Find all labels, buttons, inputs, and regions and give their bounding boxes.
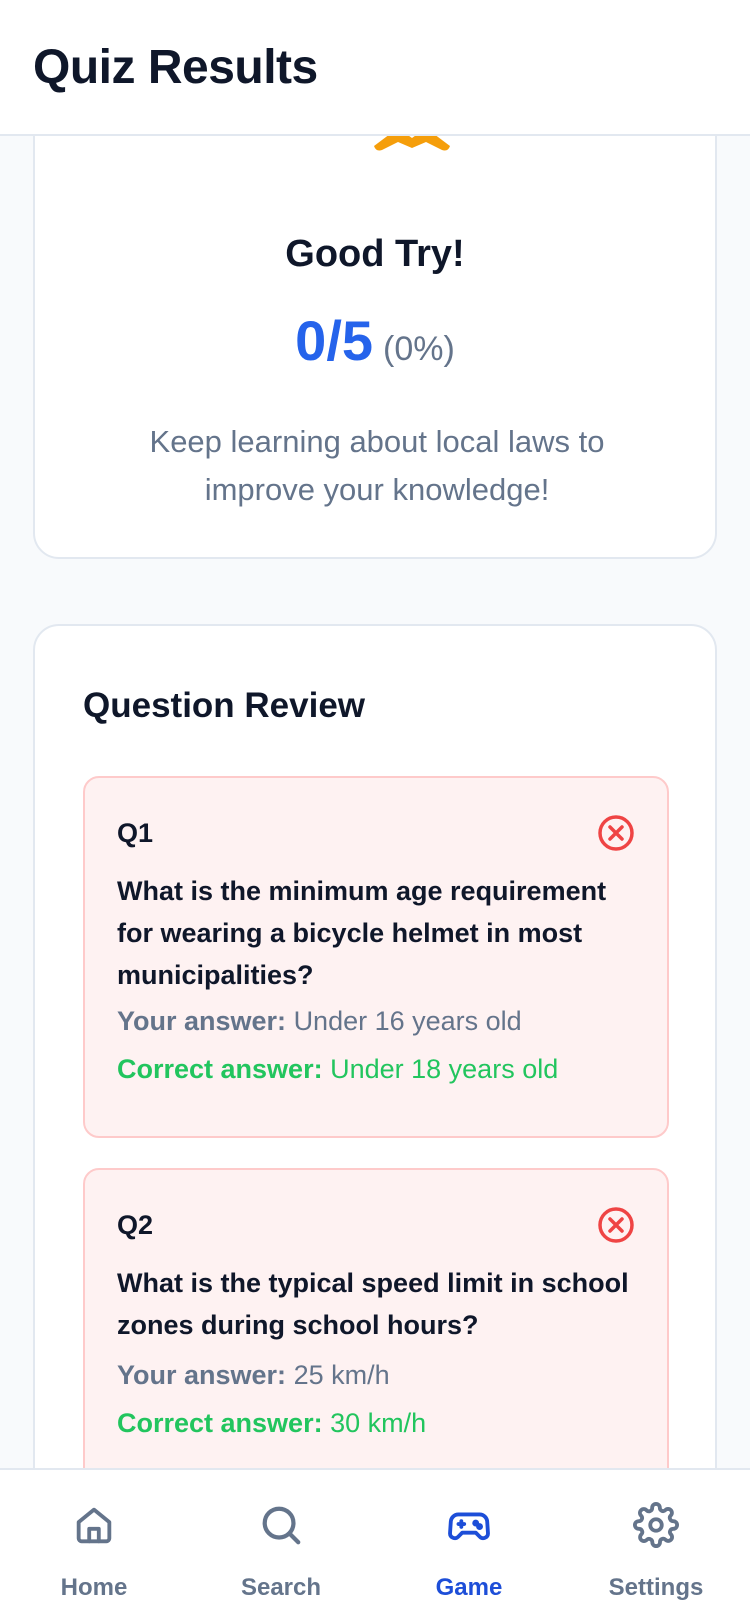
question-item: Q1 What is the minimum age requirement f… xyxy=(83,776,669,1138)
question-text: What is the typical speed limit in schoo… xyxy=(117,1268,629,1340)
correct-answer-line: Correct answer: Under 18 years old xyxy=(117,1054,558,1085)
tab-label: Home xyxy=(60,1574,128,1601)
score-line: 0/5 (0%) xyxy=(35,308,715,373)
review-title: Question Review xyxy=(83,686,366,725)
trophy-icon xyxy=(374,136,450,151)
your-answer-label: Your answer: xyxy=(117,1360,287,1390)
results-scroll-area[interactable]: Good Try! 0/5 (0%) Keep learning about lo… xyxy=(0,136,750,1468)
gear-icon xyxy=(633,1502,679,1548)
your-answer-label: Your answer: xyxy=(117,1006,287,1036)
tab-settings[interactable]: Settings xyxy=(562,1470,750,1624)
correct-answer-label: Correct answer: xyxy=(117,1054,323,1084)
tab-label: Search xyxy=(240,1574,322,1601)
tab-search[interactable]: Search xyxy=(187,1470,375,1624)
correct-answer-line: Correct answer: 30 km/h xyxy=(117,1408,426,1439)
tab-label: Game xyxy=(435,1574,503,1601)
score-percent: (0%) xyxy=(383,330,455,368)
tab-game[interactable]: Game xyxy=(375,1470,563,1624)
correct-answer-label: Correct answer: xyxy=(117,1408,323,1438)
result-message: Keep learning about local laws to improv… xyxy=(149,424,605,507)
score-card: Good Try! 0/5 (0%) Keep learning about lo… xyxy=(33,136,717,559)
question-number: Q1 xyxy=(117,818,154,848)
correct-answer-value: Under 18 years old xyxy=(330,1054,559,1084)
your-answer-line: Your answer: 25 km/h xyxy=(117,1360,390,1391)
correct-answer-value: 30 km/h xyxy=(330,1408,427,1438)
gamepad-icon xyxy=(448,1512,490,1541)
home-icon xyxy=(76,1507,112,1544)
tab-label: Settings xyxy=(608,1574,704,1601)
question-review-card: Question Review Q1 What is the minimum a… xyxy=(33,624,717,1468)
app-header: Quiz Results xyxy=(0,0,750,136)
x-circle-icon xyxy=(598,1207,634,1243)
x-circle-icon xyxy=(598,815,634,851)
your-answer-value: 25 km/h xyxy=(293,1360,390,1390)
your-answer-value: Under 16 years old xyxy=(293,1006,522,1036)
result-title: Good Try! xyxy=(285,233,465,275)
your-answer-line: Your answer: Under 16 years old xyxy=(117,1006,522,1037)
question-item: Q2 What is the typical speed limit in sc… xyxy=(83,1168,669,1468)
score-value: 0/5 xyxy=(295,309,374,372)
search-icon xyxy=(262,1506,301,1545)
question-text: What is the minimum age requirement for … xyxy=(117,876,607,990)
tab-home[interactable]: Home xyxy=(0,1470,188,1624)
page-title: Quiz Results xyxy=(33,40,318,94)
question-number: Q2 xyxy=(117,1210,154,1240)
bottom-tab-bar: Home Search Game Settings xyxy=(0,1468,750,1624)
